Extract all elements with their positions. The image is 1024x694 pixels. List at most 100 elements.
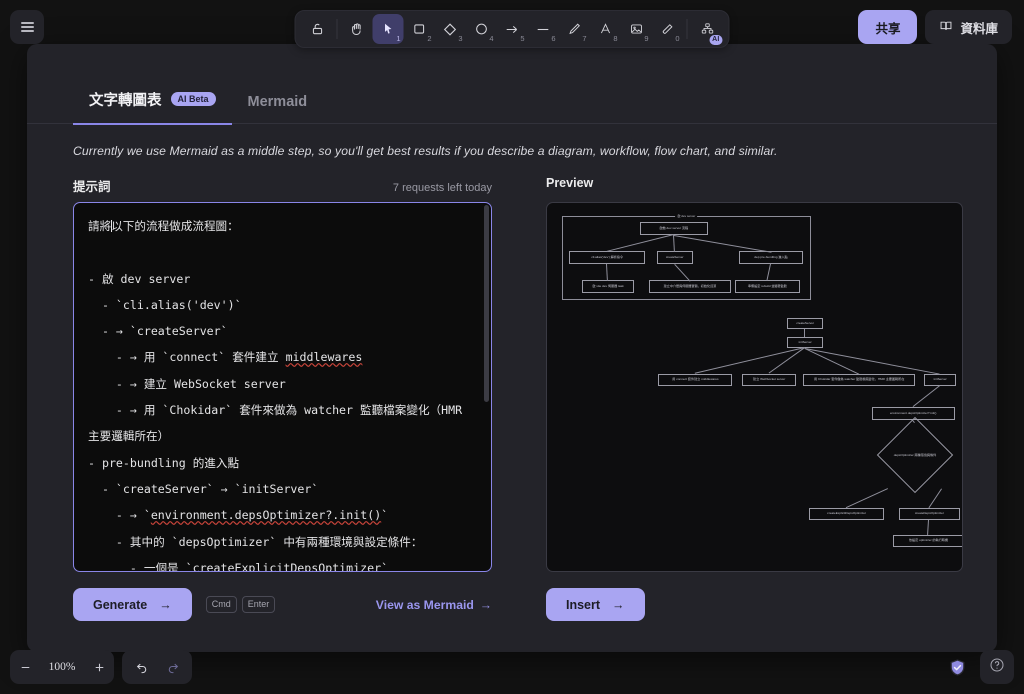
diagram-node: 建立 WebSocket server: [742, 374, 797, 387]
tool-key-8: 8: [613, 33, 618, 43]
tab-text-to-diagram[interactable]: 文字轉圖表 AI Beta: [73, 89, 232, 125]
tab-mermaid-label: Mermaid: [247, 93, 308, 110]
diamond-icon[interactable]: 3: [435, 14, 466, 44]
ai-beta-badge: AI Beta: [170, 92, 216, 106]
tab-mermaid[interactable]: Mermaid: [232, 94, 324, 125]
ai-badge: AI: [709, 34, 723, 45]
tool-key-3: 3: [458, 33, 463, 43]
top-right-actions: 共享 資料庫: [858, 10, 1012, 44]
zoom-in-button[interactable]: [84, 650, 114, 684]
preview-header: Preview: [546, 176, 963, 194]
zoom-level-value[interactable]: 100%: [40, 661, 84, 673]
book-icon: [939, 19, 953, 36]
hamburger-menu-button[interactable]: [10, 10, 44, 44]
dialog-panes: 提示詞 7 requests left today 請將以下的流程做成流程圖： …: [27, 158, 997, 572]
diagram-node: initServer: [787, 337, 824, 349]
lock-icon[interactable]: [302, 14, 333, 44]
view-as-mermaid-arrow-icon: →: [479, 597, 492, 612]
diagram-node: createDepsOptimizer: [898, 507, 960, 521]
rectangle-icon[interactable]: 2: [404, 14, 435, 44]
prompt-scrollbar[interactable]: [483, 205, 489, 569]
insert-button-label: Insert: [565, 597, 601, 612]
tool-key-9: 9: [644, 33, 649, 43]
diagram-edge: [804, 329, 806, 338]
kbd-cmd: Cmd: [205, 596, 237, 613]
shield-check-icon[interactable]: [940, 650, 974, 684]
generate-arrow-icon: →: [159, 597, 172, 612]
diagram-group-label: 啟 dev server: [675, 213, 698, 218]
library-button-label: 資料庫: [960, 21, 998, 36]
diagram-node: 準備設定 rebuild 並觸發監聽: [734, 280, 800, 293]
prompt-actions: Generate → Cmd Enter View as Mermaid →: [73, 588, 492, 621]
undo-button[interactable]: [126, 650, 157, 684]
toolbar-divider-2: [686, 19, 688, 39]
tool-key-7: 7: [582, 33, 587, 43]
toolbar-divider: [336, 19, 338, 39]
zoom-out-button[interactable]: [10, 650, 40, 684]
diagram-node: 建立中介層與伺服器實體，初始化資源: [648, 280, 732, 293]
diagram-node: initServer: [923, 374, 957, 387]
text-icon[interactable]: 8: [590, 14, 621, 44]
tool-key-5: 5: [520, 33, 525, 43]
arrow-icon[interactable]: 5: [497, 14, 528, 44]
line-icon[interactable]: 6: [528, 14, 559, 44]
preview-canvas[interactable]: 啟 dev server 啟動 dev server 流程 cli.alias('d…: [545, 202, 963, 572]
generate-button[interactable]: Generate →: [73, 588, 192, 621]
selection-icon[interactable]: 1: [372, 14, 404, 44]
dialog-hint-text: Currently we use Mermaid as a middle ste…: [73, 144, 778, 158]
ellipse-icon[interactable]: 4: [466, 14, 497, 44]
frame-ai-icon[interactable]: AI: [692, 14, 723, 45]
diagram-edge: [912, 385, 941, 408]
preview-diagram: 啟 dev server 啟動 dev server 流程 cli.alias('d…: [547, 203, 962, 571]
help-button[interactable]: [980, 650, 1014, 684]
generate-button-label: Generate: [93, 597, 148, 612]
insert-button[interactable]: Insert →: [545, 588, 645, 621]
diagram-node: 用 connect 套件建立 middlewares: [658, 374, 733, 387]
tool-key-6: 6: [551, 33, 556, 43]
diagram-node: 啟 vite dev 伺服器 task: [581, 280, 635, 293]
help-circle-icon: [989, 657, 1005, 678]
diagram-node: 依設定 optimizer 的執行時機: [893, 534, 962, 547]
bottom-left-controls: 100%: [10, 650, 192, 684]
preview-pane: Preview 啟 dev server 啟動 dev server 流程 cli.…: [545, 176, 963, 572]
draw-icon[interactable]: 7: [559, 14, 590, 44]
view-as-mermaid-label: View as Mermaid: [375, 597, 474, 612]
hamburger-menu-icon: [20, 20, 34, 33]
kbd-enter: Enter: [241, 596, 276, 613]
diagram-decision-label: depsOptimizer 兩種環境與條件: [893, 452, 937, 457]
shortcut-hint: Cmd Enter: [205, 596, 276, 613]
library-button[interactable]: 資料庫: [925, 10, 1012, 44]
zoom-control: 100%: [10, 650, 114, 684]
image-icon[interactable]: 9: [621, 14, 652, 44]
diagram-edge: [805, 348, 941, 375]
view-as-mermaid-link[interactable]: View as Mermaid →: [376, 598, 492, 612]
diagram-node: createServer: [656, 251, 693, 264]
diagram-edge: [695, 347, 806, 375]
eraser-icon[interactable]: 0: [652, 14, 683, 44]
tool-key-2: 2: [427, 33, 432, 43]
tab-text-to-diagram-label: 文字轉圖表: [89, 92, 162, 109]
prompt-label: 提示詞: [73, 180, 111, 194]
diagram-edge: [846, 488, 888, 508]
preview-actions: Insert →: [545, 588, 963, 621]
share-button[interactable]: 共享: [858, 10, 918, 44]
hand-icon[interactable]: [342, 14, 373, 44]
diagram-node: 用 Chokidar 套件做為 watcher 監聽檔案變化，HMR 主要邏輯所…: [803, 374, 915, 387]
redo-button[interactable]: [157, 650, 188, 684]
text-to-diagram-dialog: 文字轉圖表 AI Beta Mermaid Currently we use M…: [27, 44, 997, 652]
tool-key-4: 4: [489, 33, 494, 43]
diagram-node: dep pre-bundling 進入點: [738, 251, 804, 264]
preview-label: Preview: [545, 176, 594, 190]
bottom-right-controls: [940, 650, 1014, 684]
prompt-textarea[interactable]: 請將以下的流程做成流程圖： - 啟 dev server - `cli.alia…: [73, 202, 492, 572]
tool-key-0: 0: [675, 33, 680, 43]
diagram-node: createExplicitDepsOptimizer: [808, 507, 885, 521]
diagram-edge: [928, 488, 942, 508]
dialog-actions: Generate → Cmd Enter View as Mermaid → I…: [27, 572, 997, 621]
requests-left-text: 7 requests left today: [392, 182, 492, 194]
diagram-node: 啟動 dev server 流程: [639, 222, 708, 235]
prompt-scrollbar-thumb[interactable]: [483, 205, 489, 402]
diagram-node: createServer: [787, 318, 824, 330]
tool-key-1: 1: [396, 33, 401, 43]
history-control: [122, 650, 192, 684]
